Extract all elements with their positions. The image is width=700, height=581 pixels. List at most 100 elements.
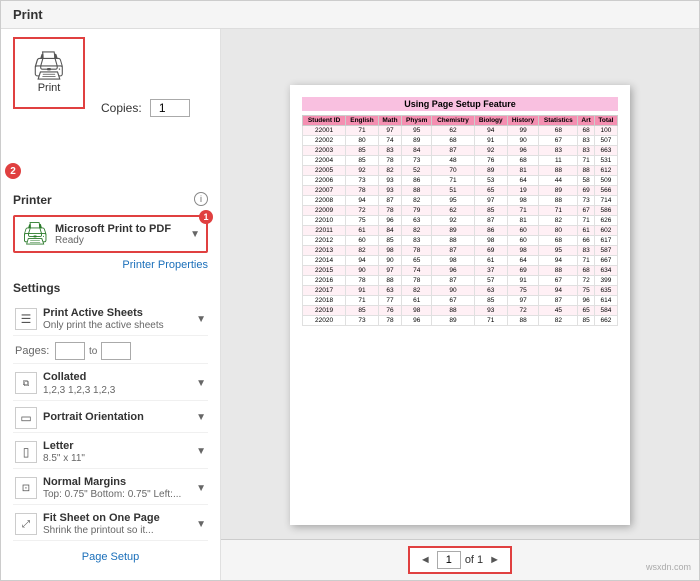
printer-info-icon[interactable]: i bbox=[194, 192, 208, 206]
paper-size-sub: 8.5" x 11" bbox=[43, 453, 190, 465]
print-active-sheets-title: Print Active Sheets bbox=[43, 306, 190, 320]
table-cell: 87 bbox=[539, 295, 578, 305]
col-header-physm: Physm bbox=[402, 115, 432, 125]
table-cell: 612 bbox=[594, 165, 617, 175]
print-button[interactable]: 🖨 Print bbox=[13, 37, 85, 109]
table-cell: 78 bbox=[402, 245, 432, 255]
table-cell: 71 bbox=[346, 125, 379, 135]
print-button-area: 🖨 Print 2 Copies: bbox=[13, 37, 208, 179]
table-row: 220059282527089818888612 bbox=[303, 165, 618, 175]
table-row: 220048578734876681171531 bbox=[303, 155, 618, 165]
pages-row: Pages: to bbox=[13, 339, 208, 364]
col-header-history: History bbox=[507, 115, 539, 125]
table-cell: 45 bbox=[539, 305, 578, 315]
pages-to-label: to bbox=[89, 346, 97, 357]
portrait-icon: ▭ bbox=[15, 407, 37, 429]
printer-name: Microsoft Print to PDF bbox=[55, 223, 184, 235]
printer-box[interactable]: 1 🖨 Microsoft Print to PDF Ready ▼ bbox=[13, 215, 208, 253]
table-cell: 626 bbox=[594, 215, 617, 225]
pages-to-input[interactable] bbox=[101, 342, 131, 360]
table-cell: 81 bbox=[507, 215, 539, 225]
copies-input[interactable] bbox=[150, 99, 190, 117]
table-cell: 85 bbox=[378, 235, 401, 245]
table-cell: 67 bbox=[432, 295, 474, 305]
table-cell: 92 bbox=[346, 165, 379, 175]
table-header-row: Student ID English Math Physm Chemistry … bbox=[303, 115, 618, 125]
table-cell: 73 bbox=[578, 195, 595, 205]
dialog-title: Print bbox=[1, 1, 699, 29]
setting-margins[interactable]: ⊡ Normal Margins Top: 0.75" Bottom: 0.75… bbox=[13, 472, 208, 505]
setting-paper-size[interactable]: ▯ Letter 8.5" x 11" ▼ bbox=[13, 436, 208, 469]
table-cell: 66 bbox=[578, 235, 595, 245]
table-cell: 93 bbox=[378, 185, 401, 195]
prev-page-button[interactable]: ◄ bbox=[418, 554, 433, 566]
table-cell: 96 bbox=[432, 265, 474, 275]
table-body: 2200171979562949968681002200280748968919… bbox=[303, 125, 618, 325]
paper-size-text: Letter 8.5" x 11" bbox=[43, 439, 190, 465]
table-cell: 71 bbox=[432, 175, 474, 185]
table-cell: 37 bbox=[474, 265, 507, 275]
portrait-arrow: ▼ bbox=[196, 412, 206, 423]
table-cell: 88 bbox=[402, 185, 432, 195]
col-header-total: Total bbox=[594, 115, 617, 125]
setting-portrait[interactable]: ▭ Portrait Orientation ▼ bbox=[13, 404, 208, 433]
table-cell: 90 bbox=[432, 285, 474, 295]
table-cell: 85 bbox=[474, 205, 507, 215]
table-cell: 71 bbox=[474, 315, 507, 325]
table-cell: 70 bbox=[432, 165, 474, 175]
table-cell: 68 bbox=[539, 235, 578, 245]
table-cell: 93 bbox=[378, 175, 401, 185]
table-cell: 91 bbox=[507, 275, 539, 285]
table-cell: 53 bbox=[474, 175, 507, 185]
table-cell: 614 bbox=[594, 295, 617, 305]
fit-sheet-icon: ⤢ bbox=[15, 513, 37, 535]
table-cell: 634 bbox=[594, 265, 617, 275]
margins-text: Normal Margins Top: 0.75" Bottom: 0.75" … bbox=[43, 475, 190, 501]
table-cell: 22016 bbox=[303, 275, 346, 285]
setting-fit-sheet[interactable]: ⤢ Fit Sheet on One Page Shrink the print… bbox=[13, 508, 208, 541]
table-cell: 84 bbox=[402, 145, 432, 155]
setting-print-active-sheets[interactable]: ☰ Print Active Sheets Only print the act… bbox=[13, 303, 208, 336]
table-row: 220167888788757916772399 bbox=[303, 275, 618, 285]
preview-page: Using Page Setup Feature Student ID Engl… bbox=[290, 85, 630, 525]
page-setup-link[interactable]: Page Setup bbox=[13, 551, 208, 563]
table-cell: 91 bbox=[474, 135, 507, 145]
col-header-math: Math bbox=[378, 115, 401, 125]
printer-properties-link[interactable]: Printer Properties bbox=[13, 259, 208, 271]
print-badge: 2 bbox=[5, 163, 21, 179]
table-cell: 96 bbox=[507, 145, 539, 155]
table-cell: 63 bbox=[378, 285, 401, 295]
table-cell: 44 bbox=[539, 175, 578, 185]
table-cell: 58 bbox=[578, 175, 595, 185]
table-cell: 98 bbox=[507, 195, 539, 205]
table-cell: 89 bbox=[402, 135, 432, 145]
table-cell: 566 bbox=[594, 185, 617, 195]
table-cell: 71 bbox=[539, 205, 578, 215]
table-cell: 85 bbox=[346, 155, 379, 165]
table-cell: 667 bbox=[594, 255, 617, 265]
table-cell: 98 bbox=[378, 245, 401, 255]
table-cell: 98 bbox=[474, 235, 507, 245]
table-cell: 22019 bbox=[303, 305, 346, 315]
table-cell: 89 bbox=[474, 165, 507, 175]
setting-collated[interactable]: ⧉ Collated 1,2,3 1,2,3 1,2,3 ▼ bbox=[13, 367, 208, 400]
table-cell: 22005 bbox=[303, 165, 346, 175]
col-header-biology: Biology bbox=[474, 115, 507, 125]
next-page-button[interactable]: ► bbox=[487, 554, 502, 566]
table-row: 220159097749637698868634 bbox=[303, 265, 618, 275]
table-cell: 87 bbox=[378, 195, 401, 205]
table-row: 220067393867153644458509 bbox=[303, 175, 618, 185]
table-cell: 92 bbox=[432, 215, 474, 225]
table-row: 220126085838898606866617 bbox=[303, 235, 618, 245]
page-number-input[interactable] bbox=[437, 551, 461, 569]
collated-arrow: ▼ bbox=[196, 378, 206, 389]
copies-label: Copies: bbox=[101, 101, 142, 115]
table-row: 220089487829597988873714 bbox=[303, 195, 618, 205]
fit-sheet-arrow: ▼ bbox=[196, 519, 206, 530]
fit-sheet-text: Fit Sheet on One Page Shrink the printou… bbox=[43, 511, 190, 537]
table-cell: 97 bbox=[378, 265, 401, 275]
copies-row: Copies: bbox=[101, 99, 190, 117]
table-cell: 87 bbox=[432, 245, 474, 255]
pages-from-input[interactable] bbox=[55, 342, 85, 360]
table-cell: 96 bbox=[378, 215, 401, 225]
